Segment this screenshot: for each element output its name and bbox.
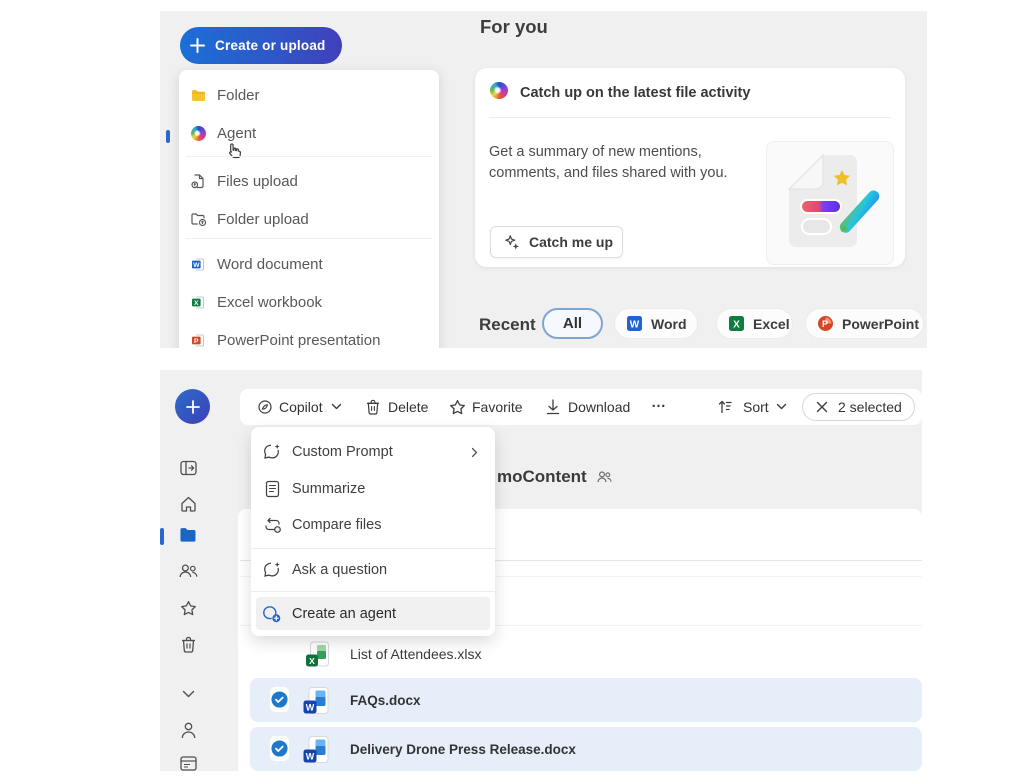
- svg-text:W: W: [306, 752, 315, 762]
- svg-text:X: X: [194, 300, 199, 307]
- svg-text:X: X: [309, 656, 315, 666]
- svg-text:P: P: [822, 319, 828, 329]
- svg-text:X: X: [733, 319, 740, 330]
- svg-text:W: W: [630, 319, 640, 330]
- svg-text:W: W: [193, 262, 200, 269]
- svg-text:P: P: [194, 338, 199, 345]
- svg-text:W: W: [306, 703, 315, 713]
